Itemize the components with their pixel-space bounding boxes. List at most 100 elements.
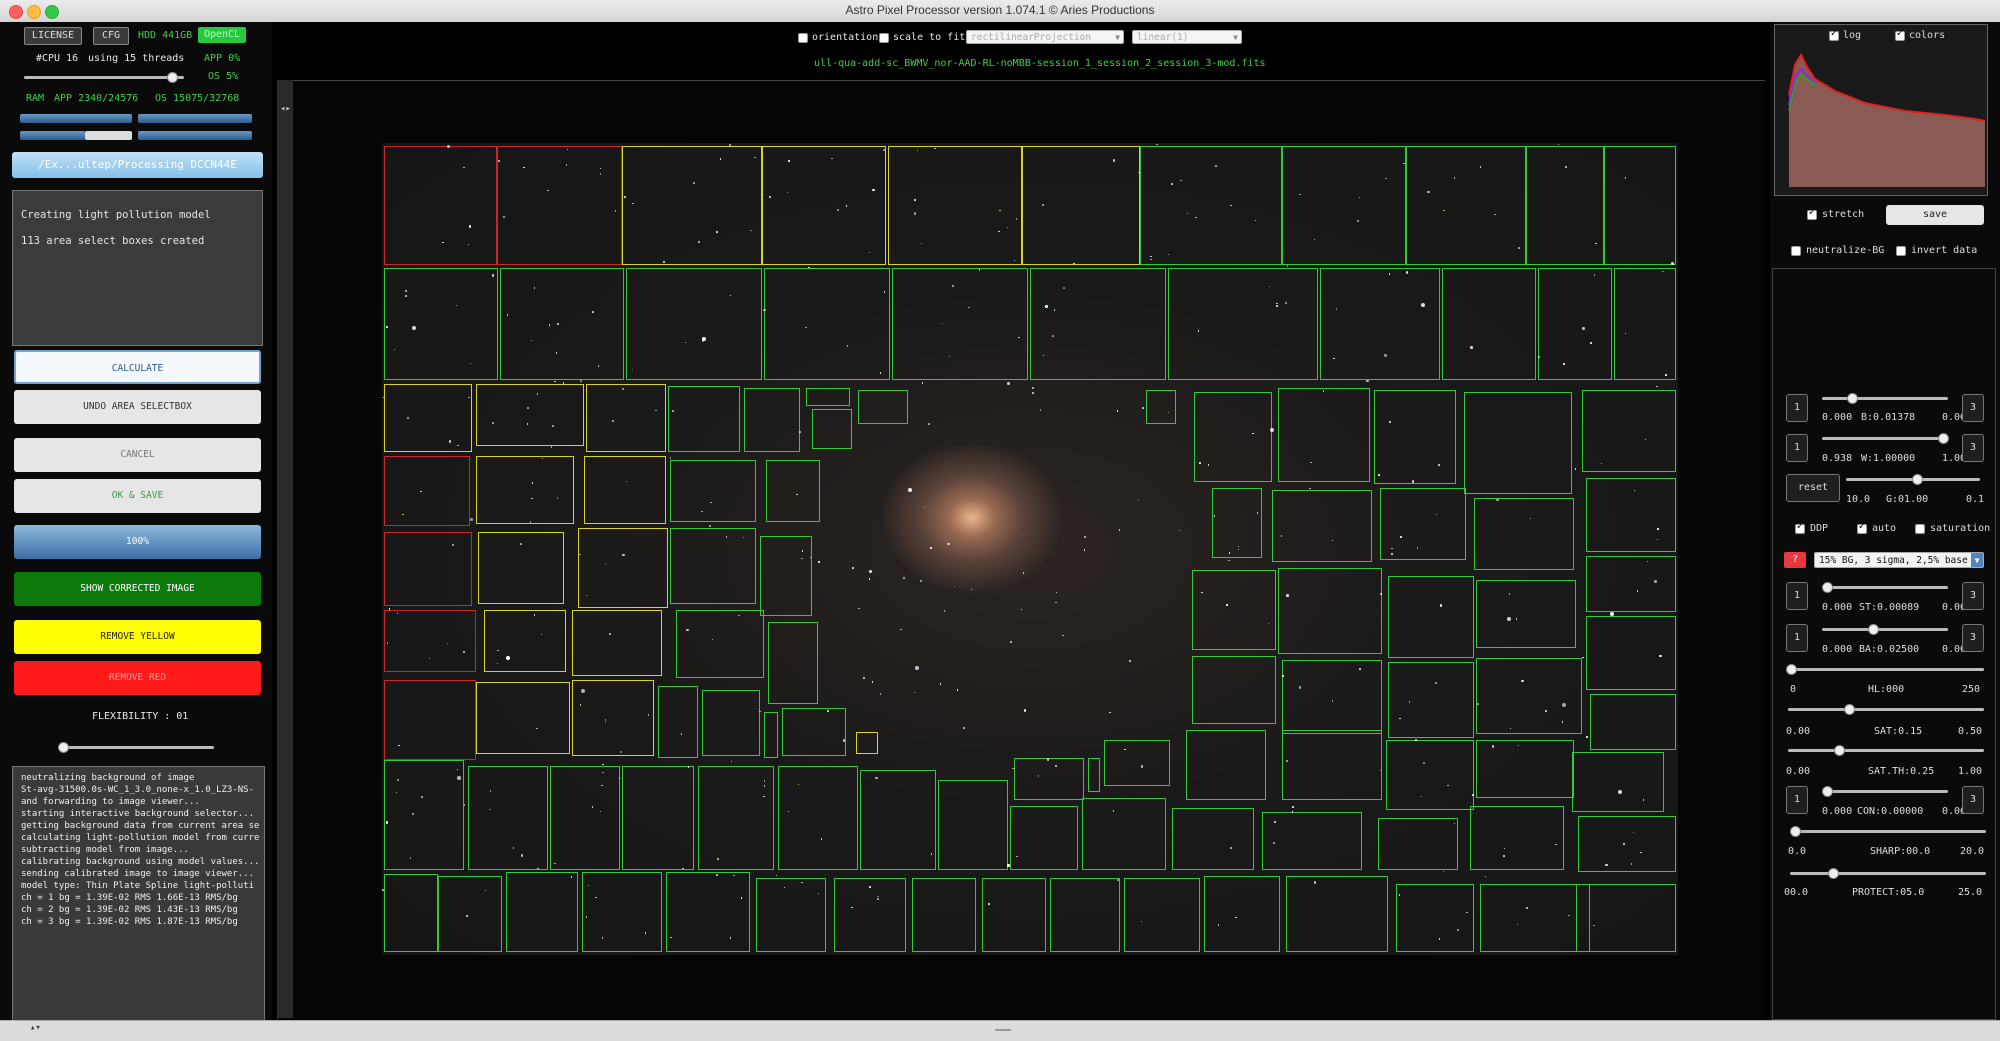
flexibility-slider[interactable] bbox=[60, 746, 214, 749]
threads-slider[interactable] bbox=[24, 76, 184, 79]
orientation-checkbox[interactable] bbox=[798, 33, 808, 43]
area-selectbox[interactable] bbox=[1192, 570, 1276, 650]
area-selectbox[interactable] bbox=[1590, 694, 1676, 750]
ba-slider[interactable] bbox=[1822, 628, 1948, 631]
area-selectbox[interactable] bbox=[1396, 884, 1474, 952]
sat-threshold-slider[interactable] bbox=[1788, 749, 1984, 752]
scale-to-fit-checkbox[interactable] bbox=[879, 33, 889, 43]
area-selectbox[interactable] bbox=[1146, 390, 1176, 424]
b-increment-button[interactable]: 3 bbox=[1962, 394, 1984, 422]
area-selectbox[interactable] bbox=[572, 610, 662, 676]
area-selectbox[interactable] bbox=[762, 146, 886, 265]
area-selectbox[interactable] bbox=[506, 872, 578, 952]
area-selectbox[interactable] bbox=[982, 878, 1046, 952]
area-selectbox[interactable] bbox=[1050, 878, 1120, 952]
sharp-slider-knob[interactable] bbox=[1790, 826, 1801, 837]
area-selectbox[interactable] bbox=[497, 146, 622, 265]
stretch-checkbox[interactable] bbox=[1807, 207, 1817, 220]
neutralize-bg-checkbox[interactable] bbox=[1791, 246, 1801, 256]
area-selectbox[interactable] bbox=[1586, 478, 1676, 552]
resize-arrows-icon[interactable]: ▴▾ bbox=[30, 1023, 41, 1033]
area-selectbox[interactable] bbox=[500, 268, 624, 380]
b-slider-knob[interactable] bbox=[1847, 393, 1858, 404]
st-decrement-button[interactable]: 1 bbox=[1786, 582, 1808, 610]
area-selectbox[interactable] bbox=[1578, 816, 1676, 872]
area-selectbox[interactable] bbox=[1388, 576, 1474, 658]
undo-area-selectbox-button[interactable]: UNDO AREA SELECTBOX bbox=[14, 390, 261, 424]
area-selectbox[interactable] bbox=[1386, 740, 1474, 810]
zoom-100-button[interactable]: 100% bbox=[14, 525, 261, 559]
hl-slider[interactable] bbox=[1788, 668, 1984, 671]
area-selectbox[interactable] bbox=[1282, 146, 1406, 265]
remove-yellow-button[interactable]: REMOVE YELLOW bbox=[14, 620, 261, 654]
projection-dropdown[interactable]: rectilinearProjection ▼ bbox=[966, 30, 1124, 44]
area-selectbox[interactable] bbox=[834, 878, 906, 952]
area-selectbox[interactable] bbox=[756, 878, 826, 952]
area-selectbox[interactable] bbox=[384, 384, 472, 452]
area-selectbox[interactable] bbox=[384, 760, 464, 870]
w-decrement-button[interactable]: 1 bbox=[1786, 434, 1808, 462]
area-selectbox[interactable] bbox=[578, 528, 668, 608]
area-selectbox[interactable] bbox=[1212, 488, 1262, 558]
con-increment-button[interactable]: 3 bbox=[1962, 786, 1984, 814]
astro-image[interactable] bbox=[382, 143, 1678, 955]
area-selectbox[interactable] bbox=[1604, 146, 1676, 265]
area-selectbox[interactable] bbox=[1262, 812, 1362, 870]
viewer-side-strip[interactable]: ◂▸ bbox=[277, 80, 293, 1018]
area-selectbox[interactable] bbox=[1278, 388, 1370, 482]
area-selectbox[interactable] bbox=[670, 460, 756, 522]
stretch-mode-dropdown[interactable]: linear(1) ▼ bbox=[1132, 30, 1242, 44]
hl-slider-knob[interactable] bbox=[1786, 664, 1797, 675]
area-selectbox[interactable] bbox=[1082, 798, 1166, 870]
sharp-slider[interactable] bbox=[1790, 830, 1986, 833]
area-selectbox[interactable] bbox=[676, 610, 764, 678]
area-selectbox[interactable] bbox=[1572, 752, 1664, 812]
area-selectbox[interactable] bbox=[744, 388, 800, 452]
ddp-checkbox[interactable] bbox=[1795, 521, 1805, 534]
show-corrected-image-button[interactable]: SHOW CORRECTED IMAGE bbox=[14, 572, 261, 606]
area-selectbox[interactable] bbox=[1168, 268, 1318, 380]
saturation-checkbox[interactable] bbox=[1915, 524, 1925, 534]
area-selectbox[interactable] bbox=[1576, 884, 1676, 952]
area-selectbox[interactable] bbox=[582, 872, 662, 952]
area-selectbox[interactable] bbox=[766, 460, 820, 522]
area-selectbox[interactable] bbox=[1586, 616, 1676, 690]
area-selectbox[interactable] bbox=[670, 528, 756, 604]
area-selectbox[interactable] bbox=[860, 770, 936, 870]
area-selectbox[interactable] bbox=[1014, 758, 1084, 800]
working-directory-button[interactable]: /Ex...ultep/Processing DCCN44E bbox=[12, 152, 263, 178]
area-selectbox[interactable] bbox=[1476, 658, 1582, 734]
area-selectbox[interactable] bbox=[1124, 878, 1200, 952]
area-selectbox[interactable] bbox=[468, 766, 548, 870]
invert-data-checkbox[interactable] bbox=[1896, 246, 1906, 256]
area-selectbox[interactable] bbox=[1286, 876, 1388, 952]
area-selectbox[interactable] bbox=[438, 876, 502, 952]
area-selectbox[interactable] bbox=[668, 386, 740, 452]
area-selectbox[interactable] bbox=[1010, 806, 1078, 870]
con-decrement-button[interactable]: 1 bbox=[1786, 786, 1808, 814]
area-selectbox[interactable] bbox=[938, 780, 1008, 870]
area-selectbox[interactable] bbox=[1140, 146, 1282, 265]
area-selectbox[interactable] bbox=[1470, 806, 1564, 870]
area-selectbox[interactable] bbox=[1526, 146, 1604, 265]
area-selectbox[interactable] bbox=[1480, 884, 1590, 952]
area-selectbox[interactable] bbox=[892, 268, 1028, 380]
area-selectbox[interactable] bbox=[1320, 268, 1440, 380]
area-selectbox[interactable] bbox=[702, 690, 760, 756]
area-selectbox[interactable] bbox=[1282, 660, 1382, 734]
area-selectbox[interactable] bbox=[384, 456, 470, 526]
area-selectbox[interactable] bbox=[1278, 568, 1382, 654]
opencl-button[interactable]: OpenCL bbox=[198, 27, 246, 43]
area-selectbox[interactable] bbox=[1272, 490, 1372, 562]
area-selectbox[interactable] bbox=[764, 268, 890, 380]
flexibility-slider-knob[interactable] bbox=[58, 742, 69, 753]
colors-checkbox[interactable] bbox=[1895, 28, 1905, 41]
st-slider[interactable] bbox=[1822, 586, 1948, 589]
log-checkbox[interactable] bbox=[1829, 28, 1839, 41]
area-selectbox[interactable] bbox=[626, 268, 762, 380]
area-selectbox[interactable] bbox=[912, 878, 976, 952]
area-selectbox[interactable] bbox=[1464, 392, 1572, 494]
area-selectbox[interactable] bbox=[1022, 146, 1140, 265]
area-selectbox[interactable] bbox=[1088, 758, 1100, 792]
area-selectbox[interactable] bbox=[888, 146, 1022, 265]
